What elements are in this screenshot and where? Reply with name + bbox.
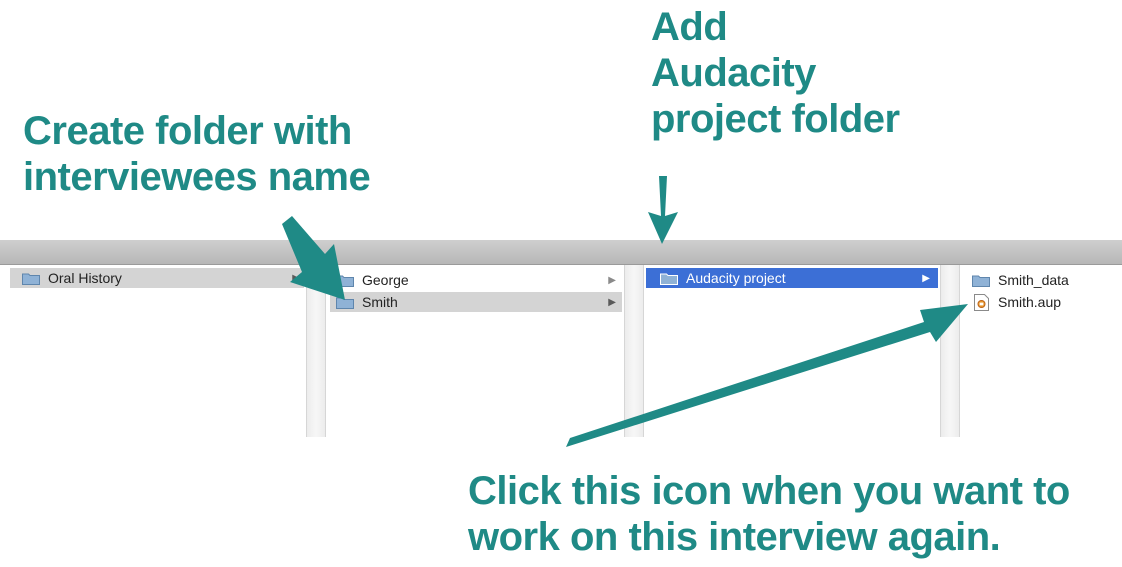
browser-column-4	[960, 265, 1122, 437]
browser-item-label: Oral History	[48, 270, 122, 286]
browser-item-label: Audacity project	[686, 270, 786, 286]
annotation-line: work on this interview again.	[468, 515, 1001, 559]
create-folder-annotation: Create folder with interviewees name	[23, 108, 371, 200]
folder-icon	[972, 275, 990, 287]
disclosure-arrow-icon: ▶	[292, 272, 300, 284]
folder-icon	[660, 273, 678, 285]
annotation-line: Audacity	[651, 51, 816, 95]
folder-icon	[336, 297, 354, 309]
annotation-line: interviewees name	[23, 155, 371, 199]
browser-item-oral-history[interactable]: Oral History ▶	[10, 268, 304, 288]
browser-item-audacity-project[interactable]: Audacity project ▶	[646, 268, 938, 288]
down-arrow-icon	[648, 176, 678, 244]
browser-item-george[interactable]: George ▶	[330, 270, 622, 290]
column-browser-header-bar	[0, 240, 1122, 265]
annotation-line: Click this icon when you want to	[468, 469, 1070, 513]
column-resize-divider[interactable]	[940, 265, 960, 437]
column-resize-divider[interactable]	[624, 265, 644, 437]
browser-item-label: Smith	[362, 294, 398, 310]
annotation-line: project folder	[651, 97, 900, 141]
disclosure-arrow-icon: ▶	[608, 296, 616, 308]
annotation-line: Add	[651, 5, 728, 49]
column-resize-divider[interactable]	[306, 265, 326, 437]
browser-item-smith[interactable]: Smith ▶	[330, 292, 622, 312]
browser-column-3	[644, 265, 940, 437]
click-icon-annotation: Click this icon when you want to work on…	[468, 468, 1070, 560]
audacity-file-icon[interactable]	[974, 293, 989, 311]
browser-item-smith-data[interactable]: Smith_data	[972, 270, 1120, 290]
folder-icon	[22, 273, 40, 285]
browser-item-label: Smith_data	[998, 272, 1069, 288]
disclosure-arrow-icon: ▶	[608, 274, 616, 286]
browser-column-1	[0, 265, 306, 437]
browser-item-label: George	[362, 272, 409, 288]
folder-icon	[336, 275, 354, 287]
disclosure-arrow-icon: ▶	[922, 272, 930, 284]
browser-item-label: Smith.aup	[998, 294, 1062, 310]
add-audacity-project-annotation: Add Audacity project folder	[651, 4, 900, 142]
browser-item-smith-aup[interactable]: Smith.aup	[972, 292, 1120, 312]
annotation-line: Create folder with	[23, 109, 352, 153]
browser-column-2	[326, 265, 624, 437]
